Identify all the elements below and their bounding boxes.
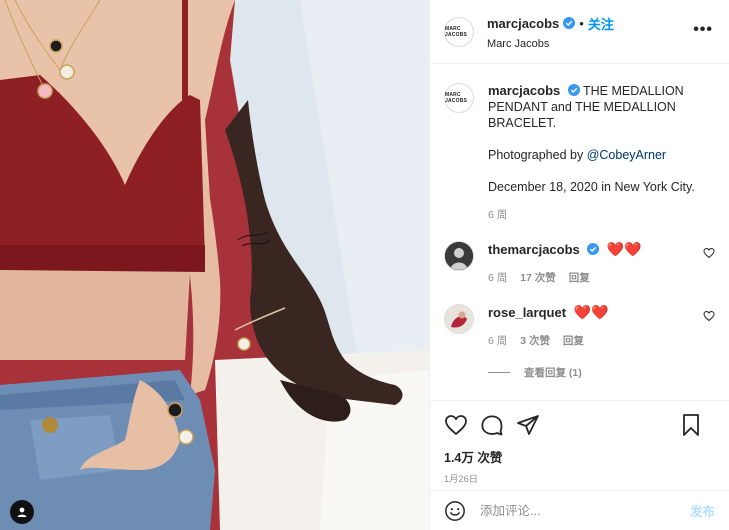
comment-likes[interactable]: 3 次赞 xyxy=(520,335,550,347)
likes-count[interactable]: 1.4万 次赞 xyxy=(444,447,715,466)
post-actions: 1.4万 次赞 1月26日 xyxy=(430,400,729,490)
replies-divider-line xyxy=(488,372,510,373)
post-date[interactable]: 1月26日 xyxy=(444,472,715,485)
emoji-icon[interactable] xyxy=(444,500,466,522)
avatar[interactable]: MARC JACOBS xyxy=(444,83,474,113)
comment-input[interactable] xyxy=(480,503,690,518)
header-username[interactable]: marcjacobs xyxy=(487,16,559,31)
tagged-users-icon[interactable] xyxy=(10,500,34,524)
comment-bubble-icon[interactable] xyxy=(480,413,504,437)
comment-username[interactable]: rose_larquet xyxy=(488,305,566,320)
post-details-panel: MARC JACOBS marcjacobs • 关注 Marc Jacobs … xyxy=(429,0,729,530)
post-caption: MARC JACOBS marcjacobs THE MEDALLION PEN… xyxy=(444,83,715,223)
comment-item: themarcjacobs ❤️❤️ 6 周 17 次赞 回复 xyxy=(444,241,715,286)
comment-text: ❤️❤️ xyxy=(606,241,642,257)
comment-text: ❤️❤️ xyxy=(573,304,609,320)
comment-likes[interactable]: 17 次赞 xyxy=(520,272,556,284)
more-options-icon[interactable]: ••• xyxy=(693,22,713,38)
comment-like-heart-icon[interactable] xyxy=(703,310,715,322)
commenter-avatar[interactable] xyxy=(444,304,474,334)
like-heart-icon[interactable] xyxy=(444,413,468,437)
caption-date-line: December 18, 2020 in New York City. xyxy=(488,180,695,194)
share-paper-plane-icon[interactable] xyxy=(516,413,540,437)
verified-badge-icon xyxy=(567,84,580,96)
view-replies-button[interactable]: 查看回复 (1) xyxy=(488,365,715,380)
comment-like-heart-icon[interactable] xyxy=(703,247,715,259)
comment-timestamp[interactable]: 6 周 xyxy=(488,272,507,284)
save-bookmark-icon[interactable] xyxy=(679,413,703,437)
reply-button[interactable]: 回复 xyxy=(569,272,590,284)
comment-username[interactable]: themarcjacobs xyxy=(488,242,580,257)
caption-username[interactable]: marcjacobs xyxy=(488,83,560,98)
photographer-mention-link[interactable]: @CobeyArner xyxy=(587,148,666,162)
photographed-by-text: Photographed by xyxy=(488,148,587,162)
verified-badge-icon xyxy=(587,243,600,255)
view-replies-label: 查看回复 (1) xyxy=(524,367,582,379)
separator-dot: • xyxy=(579,15,584,31)
follow-button[interactable]: 关注 xyxy=(588,14,614,33)
avatar[interactable]: MARC JACOBS xyxy=(444,16,474,47)
reply-button[interactable]: 回复 xyxy=(563,335,584,347)
verified-badge-icon xyxy=(563,17,576,29)
commenter-avatar[interactable] xyxy=(444,241,474,271)
post-photo[interactable] xyxy=(0,0,429,530)
comment-timestamp[interactable]: 6 周 xyxy=(488,335,507,347)
comments-section: MARC JACOBS marcjacobs THE MEDALLION PEN… xyxy=(430,64,729,400)
header-full-name: Marc Jacobs xyxy=(487,37,550,50)
add-comment-bar: 发布 xyxy=(430,490,729,530)
post-comment-button[interactable]: 发布 xyxy=(690,501,715,520)
caption-timestamp[interactable]: 6 周 xyxy=(488,207,715,223)
post-header: MARC JACOBS marcjacobs • 关注 Marc Jacobs … xyxy=(430,0,729,64)
comment-item: rose_larquet ❤️❤️ 6 周 3 次赞 回复 xyxy=(444,304,715,349)
photo-illustration xyxy=(0,0,429,530)
